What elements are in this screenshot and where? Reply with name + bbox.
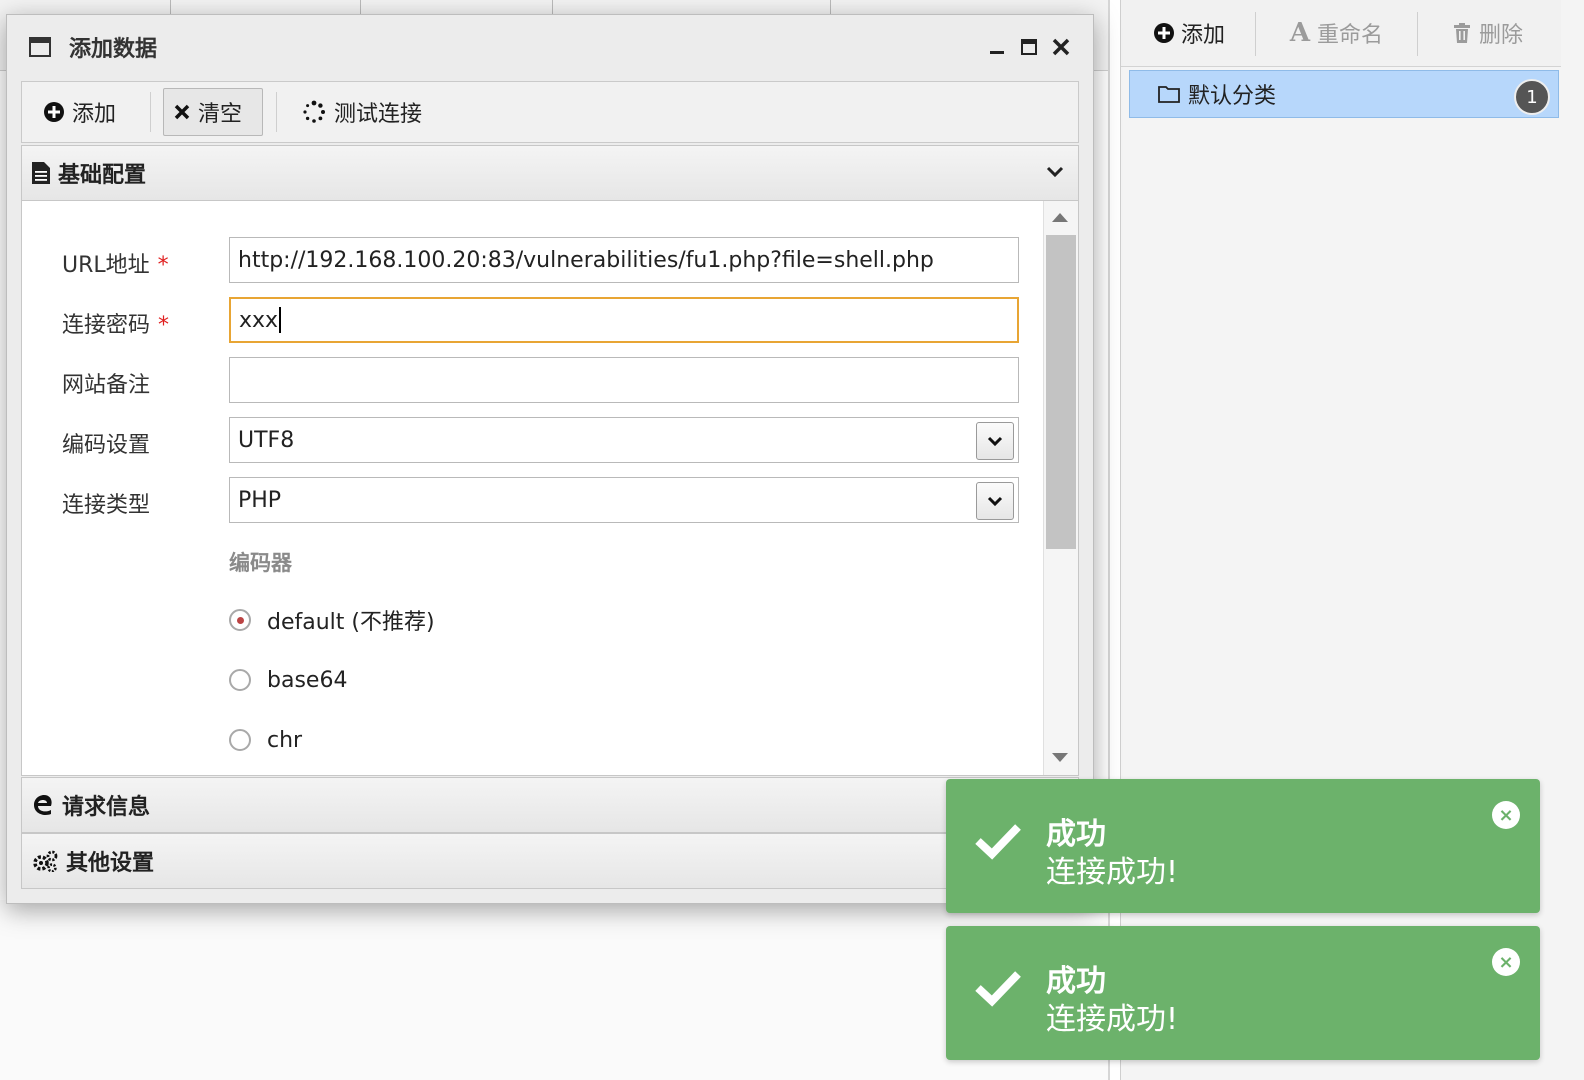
url-input[interactable]: http://192.168.100.20:83/vulnerabilities… — [229, 237, 1019, 283]
column-divider — [360, 0, 361, 14]
category-panel: 添加 A 重命名 删除 默认分类 1 — [1120, 0, 1584, 1080]
section-other-title: 其他设置 — [66, 851, 155, 876]
encoding-select[interactable]: UTF8 — [229, 417, 1019, 463]
close-icon[interactable]: × — [1492, 801, 1520, 829]
encoder-option-default[interactable]: default (不推荐) — [229, 605, 435, 635]
check-icon — [974, 821, 1022, 865]
password-label-text: 连接密码 — [62, 313, 151, 338]
clear-label: 清空 — [198, 102, 243, 127]
success-toast: 成功 连接成功! × — [946, 779, 1540, 913]
note-label: 网站备注 — [62, 373, 151, 398]
plus-circle-icon — [44, 102, 64, 122]
encoder-option-label: default (不推荐) — [267, 610, 435, 635]
times-icon — [174, 104, 190, 120]
close-icon[interactable] — [1047, 33, 1075, 61]
scrollbar-thumb[interactable] — [1046, 235, 1076, 549]
url-label: URL地址 * — [62, 247, 169, 279]
minimize-icon[interactable] — [983, 33, 1011, 61]
background-area — [0, 900, 1110, 1080]
test-connection-button[interactable]: 测试连接 — [292, 88, 432, 136]
section-request-info[interactable]: 请求信息 — [21, 777, 1079, 833]
url-label-text: URL地址 — [62, 253, 150, 278]
trash-icon — [1451, 22, 1473, 44]
encoder-option-label: base64 — [267, 667, 348, 693]
category-item-default[interactable]: 默认分类 1 — [1129, 70, 1559, 118]
password-input[interactable]: xxx — [229, 297, 1019, 343]
section-basic-config[interactable]: 基础配置 — [21, 145, 1079, 201]
toast-message: 连接成功! — [1046, 1002, 1179, 1037]
dialog-toolbar: 添加 清空 测试连接 — [21, 81, 1079, 143]
toolbar-separator — [150, 92, 151, 132]
encoding-value: UTF8 — [238, 427, 295, 453]
category-add-label: 添加 — [1181, 23, 1226, 48]
add-label: 添加 — [72, 102, 117, 127]
plus-circle-icon — [1153, 22, 1175, 44]
toolbar-separator — [1417, 12, 1418, 56]
dialog-title: 添加数据 — [69, 37, 158, 62]
add-data-dialog: 添加数据 添加 清空 测试连接 基础配置 URL地址 * http://192.… — [6, 14, 1094, 904]
encoder-option-chr[interactable]: chr — [229, 725, 302, 755]
folder-icon — [1158, 85, 1180, 103]
category-add-button[interactable]: 添加 — [1153, 14, 1225, 52]
column-divider — [170, 0, 171, 14]
edge-icon — [32, 794, 54, 816]
password-value: xxx — [239, 307, 279, 333]
splitter[interactable] — [1108, 0, 1110, 1080]
cogs-icon — [32, 850, 58, 872]
url-value: http://192.168.100.20:83/vulnerabilities… — [238, 247, 934, 273]
close-icon[interactable]: × — [1492, 948, 1520, 976]
font-a-icon: A — [1289, 18, 1311, 48]
section-request-title: 请求信息 — [62, 795, 151, 820]
column-divider — [830, 0, 831, 14]
encoder-label: 编码器 — [229, 551, 292, 575]
category-toolbar: 添加 A 重命名 删除 — [1121, 0, 1561, 67]
encoding-label: 编码设置 — [62, 433, 151, 458]
column-divider — [552, 0, 553, 14]
chevron-down-icon[interactable] — [976, 422, 1014, 460]
file-text-icon — [32, 162, 50, 184]
radio-button[interactable] — [229, 669, 251, 691]
scroll-down-icon[interactable] — [1052, 753, 1068, 762]
form-scrollbar[interactable] — [1043, 201, 1078, 775]
maximize-icon[interactable] — [1015, 33, 1043, 61]
clear-button[interactable]: 清空 — [163, 88, 263, 136]
spinner-icon — [302, 100, 326, 124]
section-other-settings[interactable]: 其他设置 — [21, 833, 1079, 889]
test-connection-label: 测试连接 — [334, 102, 423, 127]
category-rename-button[interactable]: A 重命名 — [1289, 14, 1383, 52]
encoder-option-label: chr — [267, 727, 303, 753]
required-mark: * — [157, 253, 169, 278]
category-delete-label: 删除 — [1479, 23, 1524, 48]
radio-button[interactable] — [229, 729, 251, 751]
toolbar-separator — [1255, 12, 1256, 56]
chevron-down-icon[interactable] — [976, 482, 1014, 520]
section-basic-title: 基础配置 — [58, 163, 147, 188]
check-icon — [974, 968, 1022, 1012]
encoder-option-base64[interactable]: base64 — [229, 665, 347, 695]
radio-button-selected[interactable] — [229, 609, 251, 631]
dialog-titlebar[interactable]: 添加数据 — [7, 15, 1093, 79]
category-rename-label: 重命名 — [1317, 23, 1384, 48]
category-count-badge: 1 — [1514, 79, 1550, 115]
toast-message: 连接成功! — [1046, 855, 1179, 890]
category-delete-button[interactable]: 删除 — [1451, 14, 1523, 52]
type-select[interactable]: PHP — [229, 477, 1019, 523]
type-label: 连接类型 — [62, 493, 151, 518]
chevron-down-icon — [1046, 160, 1064, 185]
window-icon — [29, 37, 51, 57]
note-input[interactable] — [229, 357, 1019, 403]
required-mark: * — [158, 313, 170, 338]
password-label: 连接密码 * — [62, 307, 169, 339]
toolbar-separator — [276, 92, 277, 132]
category-name: 默认分类 — [1188, 84, 1277, 109]
type-value: PHP — [238, 487, 282, 513]
basic-config-form: URL地址 * http://192.168.100.20:83/vulnerab… — [21, 201, 1079, 776]
add-button[interactable]: 添加 — [34, 88, 126, 136]
success-toast: 成功 连接成功! × — [946, 926, 1540, 1060]
text-caret — [279, 307, 282, 333]
scroll-up-icon[interactable] — [1052, 213, 1068, 222]
